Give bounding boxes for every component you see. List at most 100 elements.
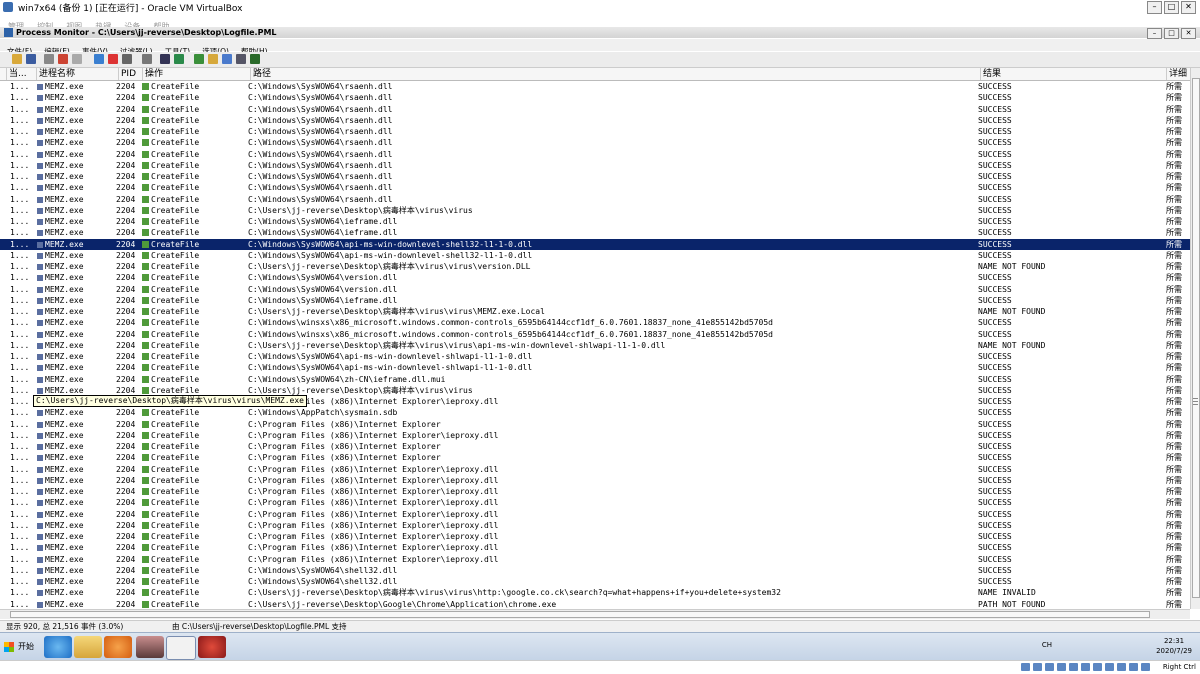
col-detail[interactable]: 详细 [1166, 68, 1187, 80]
keyboard-icon[interactable] [1141, 663, 1150, 671]
col-operation[interactable]: 操作 [142, 68, 163, 80]
display-icon[interactable] [1093, 663, 1102, 671]
col-process-name[interactable]: 进程名称 [36, 68, 75, 80]
table-row[interactable]: 1... MEMZ.exe 2204 CreateFile C:\Program Fil… [0, 531, 1190, 542]
table-row[interactable]: 1... MEMZ.exe 2204 CreateFile C:\Windows\Sys… [0, 194, 1190, 205]
table-row[interactable]: 1... MEMZ.exe 2204 CreateFile C:\Windows\Sys… [0, 182, 1190, 193]
start-button[interactable]: 开始 [4, 639, 34, 655]
process-tree-icon[interactable] [142, 54, 152, 64]
table-row[interactable]: 1... MEMZ.exe 2204 CreateFile C:\Program Fil… [0, 542, 1190, 553]
explorer-taskbar-icon[interactable] [74, 636, 102, 658]
restore-button[interactable]: □ [1164, 28, 1179, 39]
highlight-icon[interactable] [108, 54, 118, 64]
table-row[interactable]: 1... MEMZ.exe 2204 CreateFile C:\Windows\Sys… [0, 126, 1190, 137]
network-icon[interactable] [222, 54, 232, 64]
profiling-icon[interactable] [250, 54, 260, 64]
event-list[interactable]: 1... MEMZ.exe 2204 CreateFile C:\Windows\Sys… [0, 81, 1190, 609]
horizontal-scroll-thumb[interactable] [10, 611, 1150, 618]
save-icon[interactable] [26, 54, 36, 64]
optical-drive-icon[interactable] [1033, 663, 1042, 671]
table-row[interactable]: 1... MEMZ.exe 2204 CreateFile C:\Windows\win… [0, 329, 1190, 340]
table-row[interactable]: 1... MEMZ.exe 2204 CreateFile C:\Windows\Sys… [0, 576, 1190, 587]
table-row[interactable]: 1... MEMZ.exe 2204 CreateFile C:\Program Fil… [0, 475, 1190, 486]
col-pid[interactable]: PID [118, 68, 136, 80]
table-row[interactable]: 1... MEMZ.exe 2204 CreateFile C:\Program Fil… [0, 520, 1190, 531]
minimize-button[interactable]: – [1147, 28, 1162, 39]
table-row[interactable]: 1... MEMZ.exe 2204 CreateFile C:\Windows\Sys… [0, 362, 1190, 373]
table-row[interactable]: 1... MEMZ.exe 2204 CreateFile C:\Windows\Sys… [0, 216, 1190, 227]
table-row[interactable]: 1... MEMZ.exe 2204 CreateFile C:\Windows\Sys… [0, 81, 1190, 92]
table-row[interactable]: 1... MEMZ.exe 2204 CreateFile C:\Program Fil… [0, 419, 1190, 430]
table-row[interactable]: 1... MEMZ.exe 2204 CreateFile C:\Users\jj-re… [0, 205, 1190, 216]
vertical-scrollbar[interactable] [1190, 68, 1200, 609]
autoscroll-icon[interactable] [58, 54, 68, 64]
table-row[interactable]: 1... MEMZ.exe 2204 CreateFile C:\Windows\Sys… [0, 115, 1190, 126]
mouse-integration-icon[interactable] [1129, 663, 1138, 671]
table-row[interactable]: 1... MEMZ.exe 2204 CreateFile C:\Windows\Sys… [0, 149, 1190, 160]
table-row[interactable]: 1... MEMZ.exe 2204 CreateFile C:\Users\jj-re… [0, 261, 1190, 272]
maximize-button[interactable]: □ [1164, 1, 1179, 14]
process-activity-icon[interactable] [236, 54, 246, 64]
target-icon[interactable] [122, 54, 132, 64]
table-row[interactable]: 1... MEMZ.exe 2204 CreateFile C:\Windows\Sys… [0, 92, 1190, 103]
jump-icon[interactable] [174, 54, 184, 64]
cpu-icon[interactable] [1117, 663, 1126, 671]
procmon-taskbar-icon[interactable] [166, 636, 196, 660]
table-row[interactable]: 1... MEMZ.exe 2204 CreateFile C:\Windows\Sys… [0, 284, 1190, 295]
minimize-button[interactable]: – [1147, 1, 1162, 14]
app-taskbar-icon[interactable] [198, 636, 226, 658]
table-row[interactable]: 1... MEMZ.exe 2204 CreateFile C:\Users\jj-re… [0, 599, 1190, 610]
table-row[interactable]: 1... MEMZ.exe 2204 CreateFile C:\Users\jj-re… [0, 340, 1190, 351]
table-row[interactable]: 1... MEMZ.exe 2204 CreateFile C:\Program Fil… [0, 509, 1190, 520]
table-row[interactable]: 1... MEMZ.exe 2204 CreateFile C:\Windows\Sys… [0, 238, 1190, 250]
table-row[interactable]: 1... MEMZ.exe 2204 CreateFile C:\Program Fil… [0, 486, 1190, 497]
table-row[interactable]: 1... MEMZ.exe 2204 CreateFile C:\Program Fil… [0, 497, 1190, 508]
col-time[interactable]: 当... [6, 68, 27, 80]
network-adapter-icon[interactable] [1057, 663, 1066, 671]
language-indicator[interactable]: CH [1042, 640, 1052, 650]
table-row[interactable]: 1... MEMZ.exe 2204 CreateFile C:\Users\jj-re… [0, 587, 1190, 598]
table-row[interactable]: 1... MEMZ.exe 2204 CreateFile C:\Windows\Sys… [0, 171, 1190, 182]
clock-date[interactable]: 2020/7/29 [1156, 646, 1192, 656]
table-row[interactable]: 1... MEMZ.exe 2204 CreateFile C:\Program Fil… [0, 441, 1190, 452]
table-row[interactable]: 1... MEMZ.exe 2204 CreateFile C:\Program Fil… [0, 554, 1190, 565]
table-row[interactable]: 1... MEMZ.exe 2204 CreateFile C:\Windows\Sys… [0, 295, 1190, 306]
close-button[interactable]: ✕ [1181, 1, 1196, 14]
shared-folders-icon[interactable] [1081, 663, 1090, 671]
clock-time[interactable]: 22:31 [1156, 636, 1192, 646]
table-row[interactable]: 1... MEMZ.exe 2204 CreateFile C:\Program Fil… [0, 464, 1190, 475]
table-row[interactable]: 1... MEMZ.exe 2204 CreateFile C:\Windows\Sys… [0, 565, 1190, 576]
col-result[interactable]: 结果 [980, 68, 1001, 80]
vertical-scroll-thumb[interactable] [1192, 78, 1200, 598]
avatar-taskbar-icon[interactable] [136, 636, 164, 658]
table-row[interactable]: 1... MEMZ.exe 2204 CreateFile C:\Windows\Sys… [0, 351, 1190, 362]
table-row[interactable]: 1... MEMZ.exe 2204 CreateFile C:\Windows\Sys… [0, 250, 1190, 261]
table-row[interactable]: 1... MEMZ.exe 2204 CreateFile C:\Windows\Sys… [0, 104, 1190, 115]
hdd-icon[interactable] [1021, 663, 1030, 671]
open-icon[interactable] [12, 54, 22, 64]
table-row[interactable]: 1... MEMZ.exe 2204 CreateFile C:\Windows\App… [0, 407, 1190, 418]
close-button[interactable]: ✕ [1181, 28, 1196, 39]
table-row[interactable]: 1... MEMZ.exe 2204 CreateFile C:\Users\jj-re… [0, 306, 1190, 317]
table-row[interactable]: 1... MEMZ.exe 2204 CreateFile C:\Program Fil… [0, 452, 1190, 463]
table-row[interactable]: 1... MEMZ.exe 2204 CreateFile C:\Windows\Sys… [0, 227, 1190, 238]
table-row[interactable]: 1... MEMZ.exe 2204 CreateFile C:\Windows\Sys… [0, 137, 1190, 148]
audio-icon[interactable] [1045, 663, 1054, 671]
col-path[interactable]: 路径 [250, 68, 271, 80]
usb-icon[interactable] [1069, 663, 1078, 671]
table-row[interactable]: 1... MEMZ.exe 2204 CreateFile C:\Windows\Sys… [0, 374, 1190, 385]
table-row[interactable]: 1... MEMZ.exe 2204 CreateFile C:\Windows\Sys… [0, 160, 1190, 171]
registry-icon[interactable] [194, 54, 204, 64]
clear-icon[interactable] [72, 54, 82, 64]
find-icon[interactable] [160, 54, 170, 64]
media-player-taskbar-icon[interactable] [104, 636, 132, 658]
horizontal-scrollbar[interactable] [0, 609, 1190, 619]
filter-icon[interactable] [94, 54, 104, 64]
table-row[interactable]: 1... MEMZ.exe 2204 CreateFile C:\Program Fil… [0, 430, 1190, 441]
table-row[interactable]: 1... MEMZ.exe 2204 CreateFile C:\Windows\win… [0, 317, 1190, 328]
recording-icon[interactable] [1105, 663, 1114, 671]
filesystem-icon[interactable] [208, 54, 218, 64]
table-row[interactable]: 1... MEMZ.exe 2204 CreateFile C:\Windows\Sys… [0, 272, 1190, 283]
ie-taskbar-icon[interactable] [44, 636, 72, 658]
capture-icon[interactable] [44, 54, 54, 64]
